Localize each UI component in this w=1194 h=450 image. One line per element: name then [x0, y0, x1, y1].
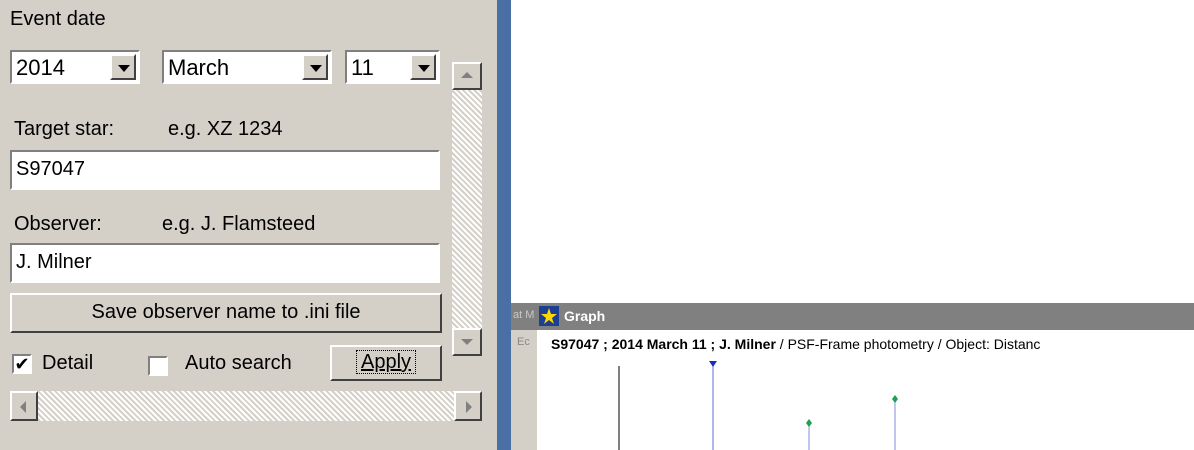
year-select[interactable]: 2014: [10, 50, 140, 84]
day-value: 11: [351, 55, 374, 80]
event-date-label: Event date: [10, 8, 106, 30]
arrow-left-icon: [20, 401, 26, 413]
scroll-left-button[interactable]: [10, 391, 38, 421]
graph-caption-rest: / PSF-Frame photometry / Object: Distanc: [775, 336, 1041, 352]
month-value: March: [168, 55, 230, 80]
observer-input[interactable]: J. Milner: [10, 243, 440, 283]
detail-label: Detail: [42, 352, 94, 374]
save-observer-button[interactable]: Save observer name to .ini file: [10, 293, 442, 333]
auto-search-checkbox[interactable]: [148, 356, 168, 376]
auto-search-label: Auto search: [185, 352, 292, 374]
graph-plot-area: [618, 361, 898, 450]
star-app-icon: [539, 306, 559, 326]
observer-example: e.g. J. Flamsteed: [162, 213, 316, 235]
target-star-input[interactable]: S97047: [10, 150, 440, 190]
observer-label: Observer:: [14, 213, 102, 235]
arrow-up-icon: [461, 72, 473, 78]
graph-titlebar[interactable]: at M Graph: [511, 303, 1194, 330]
event-dialog: Event date 2014 March 11 Target star: e.…: [0, 0, 511, 450]
chevron-down-icon[interactable]: [110, 54, 136, 80]
data-point: [892, 395, 898, 403]
year-value: 2014: [16, 55, 65, 80]
target-star-label: Target star:: [14, 118, 115, 140]
background-window-fragment: at M: [513, 309, 535, 321]
detail-checkbox[interactable]: ✔: [12, 354, 32, 374]
background-window-strip: Ec: [511, 330, 537, 450]
horizontal-scrollbar[interactable]: [10, 391, 482, 421]
apply-button[interactable]: Apply: [330, 345, 442, 381]
graph-caption: S97047 ; 2014 March 11 ; J. Milner / PSF…: [551, 336, 1040, 352]
scroll-right-button[interactable]: [454, 391, 482, 421]
blue-marker-tip: [709, 361, 717, 367]
data-point: [806, 419, 812, 427]
graph-caption-bold: S97047 ; 2014 March 11 ; J. Milner: [551, 336, 776, 352]
target-star-example: e.g. XZ 1234: [168, 118, 283, 140]
apply-label: Apply: [355, 350, 417, 374]
graph-window: at M Graph Ec S97047 ; 2014 March 11 ; J…: [511, 303, 1194, 450]
arrow-down-icon: [461, 339, 473, 345]
window-edge: [497, 0, 511, 450]
vertical-scrollbar[interactable]: [452, 62, 482, 356]
chevron-down-icon[interactable]: [302, 54, 328, 80]
scroll-down-button[interactable]: [452, 328, 482, 356]
day-select[interactable]: 11: [345, 50, 440, 84]
arrow-right-icon: [466, 401, 472, 413]
chevron-down-icon[interactable]: [410, 54, 436, 80]
scroll-up-button[interactable]: [452, 62, 482, 90]
month-select[interactable]: March: [162, 50, 332, 84]
background-window-fragment-2: Ec: [517, 336, 530, 348]
graph-window-title: Graph: [564, 308, 606, 324]
